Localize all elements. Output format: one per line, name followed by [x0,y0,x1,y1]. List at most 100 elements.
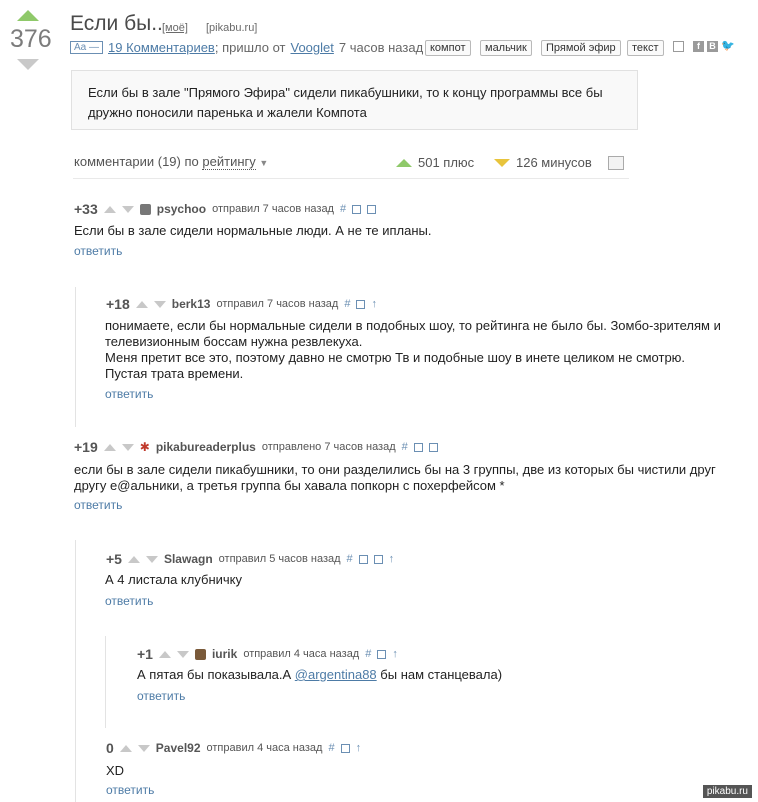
post-upvote-icon[interactable] [17,10,39,21]
permalink-icon[interactable]: # [402,441,408,453]
comment-text-b: бы нам станцевала) [380,667,503,682]
save-comment-icon[interactable] [377,649,387,659]
comment-time: отправил 4 часа назад [243,648,360,660]
comment-score: +1 [137,646,153,662]
downvote-icon[interactable] [145,555,158,563]
sort-by-dropdown[interactable]: рейтингу [202,154,256,170]
downvote-icon[interactable] [176,650,189,658]
share-icons: f B 🐦 [693,41,735,52]
comment-text: если бы в зале сидели пикабушники, то он… [74,462,716,493]
tag-mine[interactable]: [моё] [162,22,188,34]
comment-score: +33 [74,201,98,217]
sort-by-label: рейтингу [202,154,256,169]
comment-author[interactable]: psychoo [157,202,206,216]
permalink-icon[interactable]: # [365,648,371,660]
comment-author[interactable]: iurik [212,647,237,661]
thread-line [75,540,76,802]
comment-header: +33 psychoo отправил 7 часов назад # [74,201,377,217]
comment-text: А 4 листала клубничку [105,572,242,587]
save-comment-icon[interactable] [373,554,383,564]
sort-prefix: комментарии (19) по [74,154,199,169]
reply-link[interactable]: ответить [106,783,154,797]
comment-header: +1 iurik отправил 4 часа назад # ↑ [137,646,398,662]
font-size-toggle[interactable]: Aa — [70,41,104,54]
comment-header: +18 berk13 отправил 7 часов назад # ↑ [106,296,377,312]
post-text-content: Если бы в зале "Прямого Эфира" сидели пи… [88,85,603,120]
tag-source: [pikabu.ru] [206,22,258,34]
upvote-icon[interactable] [119,744,132,752]
save-icon[interactable] [673,41,684,52]
arrow-up-icon[interactable]: ↑ [356,742,362,754]
post-meta: Aa — 19 Комментариев; пришло от Vooglet … [70,40,423,55]
comment-header: +19 ✱ pikabureaderplus отправлено 7 часо… [74,439,438,455]
collapse-icon[interactable] [352,204,362,214]
comment-time: отправил 7 часов назад [216,298,339,310]
comment-author[interactable]: berk13 [172,297,211,311]
post-rating: 376 [10,25,52,53]
facebook-icon[interactable]: f [693,41,704,52]
save-comment-icon[interactable] [428,442,438,452]
comment-score: +5 [106,551,122,567]
save-comment-icon[interactable] [356,299,366,309]
upvote-icon[interactable] [103,205,116,213]
comment-author[interactable]: pikabureaderplus [156,440,256,454]
save-comment-icon[interactable] [367,204,377,214]
arrow-up-icon[interactable]: ↑ [371,298,377,310]
thread-line [75,287,76,427]
reply-link[interactable]: ответить [74,244,122,258]
comment-time: отправил 7 часов назад [212,203,334,215]
reply-link[interactable]: ответить [105,387,153,401]
permalink-icon[interactable]: # [344,298,350,310]
author-link[interactable]: Vooglet [291,40,334,55]
downvote-icon[interactable] [121,205,134,213]
upvote-icon[interactable] [135,300,148,308]
comment-score: 0 [106,740,114,756]
vkontakte-icon[interactable]: B [707,41,718,52]
upvote-icon[interactable] [158,650,171,658]
tag-tekst[interactable]: текст [627,40,664,56]
permalink-icon[interactable]: # [347,553,353,565]
permalink-icon[interactable]: # [328,742,334,754]
comment-author[interactable]: Pavel92 [156,741,201,755]
avatar [139,203,151,215]
upvote-icon[interactable] [127,555,140,563]
post-downvote-icon[interactable] [17,59,39,70]
comment-author[interactable]: Slawagn [164,552,213,566]
mention-link[interactable]: @argentina88 [295,667,377,682]
downvote-icon[interactable] [153,300,166,308]
upvote-icon[interactable] [103,443,116,451]
reply-link[interactable]: ответить [105,594,153,608]
arrow-up-icon[interactable]: ↑ [389,553,395,565]
chevron-down-icon: ▼ [259,158,269,168]
downvote-icon[interactable] [121,443,134,451]
post-title[interactable]: Если бы.. [70,12,163,36]
post-text: Если бы в зале "Прямого Эфира" сидели пи… [71,70,638,130]
collapse-icon[interactable] [413,442,423,452]
subscribe-icon[interactable] [608,156,624,170]
avatar [194,648,206,660]
meta-from: ; пришло от [214,40,286,55]
comment-text-a: А пятая бы показывала.А [137,667,292,682]
comment-time: отправлено 7 часов назад [261,441,396,453]
comments-link[interactable]: 19 Комментариев [108,40,215,55]
reply-link[interactable]: ответить [74,498,122,512]
comment-text: XD [106,763,125,778]
save-comment-icon[interactable] [340,743,350,753]
plus-label: 501 плюс [418,155,475,170]
minus-label: 126 минусов [516,155,592,170]
reply-link[interactable]: ответить [137,689,185,703]
tag-kompot[interactable]: компот [425,40,471,56]
tag-pryamoy-efir[interactable]: Прямой эфир [541,40,621,56]
comment-text: понимаете, если бы нормальные сидели в п… [105,318,725,382]
twitter-icon[interactable]: 🐦 [721,41,735,52]
downvote-icon[interactable] [137,744,150,752]
plus-icon [396,158,412,167]
collapse-icon[interactable] [358,554,368,564]
tag-malchik[interactable]: мальчик [480,40,532,56]
comment-time: отправил 4 часа назад [206,742,323,754]
comment-text: Если бы в зале сидели нормальные люди. А… [74,223,432,238]
plus-count: 501 плюс [396,155,474,170]
permalink-icon[interactable]: # [340,203,346,215]
arrow-up-icon[interactable]: ↑ [392,648,398,660]
comment-score: +19 [74,439,98,455]
